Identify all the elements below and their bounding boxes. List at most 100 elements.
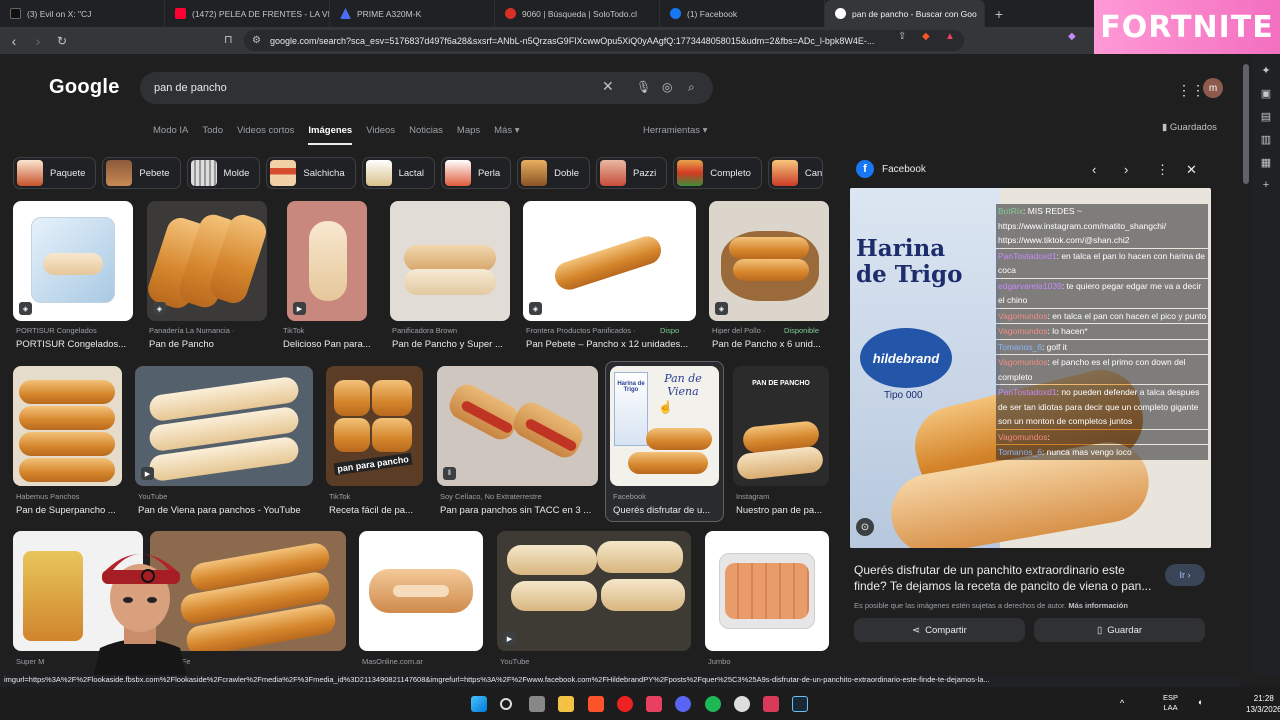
tab-mas[interactable]: Más ▾ [494, 125, 519, 145]
app-icon-a[interactable] [646, 696, 662, 712]
steam-icon[interactable] [792, 696, 808, 712]
result-image-9[interactable]: pan para pancho [326, 366, 423, 486]
share-icon[interactable]: ⇪ [898, 31, 906, 42]
result-image-2[interactable]: ◈ [147, 201, 267, 321]
brave-rewards-icon[interactable]: ▲ [945, 31, 955, 42]
result-source[interactable]: YouTube [138, 492, 258, 501]
tab-facebook[interactable]: (1) Facebook [660, 0, 825, 27]
spotify-icon[interactable] [705, 696, 721, 712]
chip-perla[interactable]: Perla [440, 157, 512, 189]
result-image-16[interactable]: ▶ [497, 531, 691, 651]
file-explorer-icon[interactable] [558, 696, 574, 712]
media-player-icon[interactable] [617, 696, 633, 712]
tab-prime[interactable]: PRIME A320M-K [330, 0, 495, 27]
result-caption[interactable]: Nuestro pan de pa... [736, 505, 828, 516]
result-source[interactable]: Facebook [613, 492, 713, 501]
result-caption[interactable]: Pan para panchos sin TACC en 3 ... [440, 505, 600, 516]
lens-icon[interactable]: ◎ [662, 80, 672, 94]
site-info-icon[interactable]: ⚙ [252, 35, 261, 46]
more-options-icon[interactable]: ⋮ [1156, 162, 1169, 178]
chip-pazzi[interactable]: Pazzi [595, 157, 668, 189]
result-source[interactable]: MasOnline.com.ar [362, 657, 482, 666]
tab-videos-cortos[interactable]: Videos cortos [237, 125, 294, 145]
result-source[interactable]: Panificadora Brown [392, 326, 512, 335]
chip-completo[interactable]: Completo [673, 157, 762, 189]
search-box[interactable]: pan de pancho ✕ 🎙 ◎ ⌕ [140, 72, 713, 104]
close-icon[interactable]: ✕ [1186, 162, 1197, 178]
result-caption[interactable]: Pan de Viena para panchos - YouTube [138, 505, 318, 516]
chip-can[interactable]: Can [767, 157, 824, 189]
new-tab-button[interactable]: + [985, 6, 1013, 22]
result-caption[interactable]: Querés disfrutar de u... [613, 505, 721, 516]
result-image-1[interactable]: ◈ [13, 201, 133, 321]
next-icon[interactable]: › [1124, 162, 1128, 177]
result-source[interactable]: PORTISUR Congelados [16, 326, 136, 335]
result-caption[interactable]: Pan de Pancho [149, 339, 269, 350]
result-source[interactable]: TikTok [283, 326, 373, 335]
apps-grid-icon[interactable]: ⋮⋮ [1177, 82, 1205, 99]
tray-chevron-icon[interactable]: ^ [1120, 698, 1124, 708]
system-clock[interactable]: 21:28 13/3/2026 [1246, 693, 1280, 715]
tab-modo-ia[interactable]: Modo IA [153, 125, 188, 145]
clear-icon[interactable]: ✕ [602, 78, 614, 95]
result-image-4[interactable] [390, 201, 510, 321]
chip-salchicha[interactable]: Salchicha [266, 157, 356, 189]
start-icon[interactable] [471, 696, 487, 712]
chip-lactal[interactable]: Lactal [361, 157, 435, 189]
result-caption[interactable]: Pan de Pancho x 6 unid... [712, 339, 830, 350]
tab-youtube[interactable]: (1472) PELEA DE FRENTES - LA VI [165, 0, 330, 27]
tab-solotodo[interactable]: 9060 | Búsqueda | SoloTodo.cl [495, 0, 660, 27]
result-source[interactable]: Hiper del Pollo · [712, 326, 780, 335]
reload-button[interactable]: ↻ [52, 34, 72, 48]
search-input[interactable]: pan de pancho [154, 82, 227, 94]
tab-videos[interactable]: Videos [366, 125, 395, 145]
avatar[interactable]: m [1203, 78, 1223, 98]
result-caption[interactable]: Pan de Superpancho ... [16, 505, 126, 516]
result-image-8[interactable]: ▶ [135, 366, 313, 486]
google-logo[interactable]: Google [49, 76, 120, 99]
result-source[interactable]: Habemus Panchos [16, 492, 126, 501]
search-icon[interactable]: ⌕ [688, 80, 695, 95]
more-info-link[interactable]: Más información [1068, 601, 1128, 610]
result-source[interactable]: YouTube [500, 657, 620, 666]
obs-icon[interactable] [734, 696, 750, 712]
chip-paquete[interactable]: Paquete [13, 157, 97, 189]
mic-icon[interactable]: 🎙 [636, 80, 651, 94]
task-view-icon[interactable] [529, 696, 545, 712]
result-source[interactable]: Super M [16, 657, 76, 666]
tools-button[interactable]: Herramientas ▾ [643, 125, 707, 136]
tab-noticias[interactable]: Noticias [409, 125, 443, 145]
language-indicator[interactable]: ESP LAA [1163, 693, 1178, 713]
chip-doble[interactable]: Doble [517, 157, 590, 189]
panel-site-name[interactable]: Facebook [882, 164, 926, 175]
result-source[interactable]: TikTok [329, 492, 419, 501]
tab-imagenes[interactable]: Imágenes [308, 125, 353, 145]
forward-button[interactable]: › [28, 33, 48, 49]
result-image-11[interactable]: Harina de Trigo Pan de Viena ☝ [610, 366, 719, 486]
result-source[interactable]: Instagram [736, 492, 826, 501]
result-image-17[interactable] [705, 531, 829, 651]
brave-icon[interactable] [588, 696, 604, 712]
tab-google-active[interactable]: pan de pancho - Buscar con Goo✕ [825, 0, 985, 27]
preview-title[interactable]: Querés disfrutar de un panchito extraord… [854, 562, 1154, 594]
result-source[interactable]: Soy Celíaco, No Extraterrestre [440, 492, 600, 501]
network-volume-icon[interactable]: ◐ [1198, 697, 1203, 707]
search-taskbar-icon[interactable] [500, 698, 512, 710]
tab-maps[interactable]: Maps [457, 125, 480, 145]
previous-icon[interactable]: ‹ [1092, 162, 1096, 177]
result-caption[interactable]: Pan Pebete – Pancho x 12 unidades... [526, 339, 696, 350]
result-source[interactable]: Jumbo [708, 657, 828, 666]
result-caption[interactable]: Delicioso Pan para... [283, 339, 378, 350]
visit-button[interactable]: Ir › [1165, 564, 1205, 586]
address-bar[interactable]: ⚙ google.com/search?sca_esv=5176837d497f… [244, 30, 964, 51]
ai-icon[interactable]: ✦ [1252, 64, 1280, 77]
wallet-icon[interactable]: ▤ [1252, 110, 1280, 123]
result-image-3[interactable]: ▶ [287, 201, 367, 321]
reading-list-icon[interactable]: ▥ [1252, 133, 1280, 146]
chip-molde[interactable]: Molde [186, 157, 261, 189]
tab-todo[interactable]: Todo [202, 125, 223, 145]
save-button[interactable]: ▯ Guardar [1034, 618, 1205, 642]
result-caption[interactable]: PORTISUR Congelados... [16, 339, 136, 350]
discord-icon[interactable] [675, 696, 691, 712]
share-button[interactable]: ⋖ Compartir [854, 618, 1025, 642]
